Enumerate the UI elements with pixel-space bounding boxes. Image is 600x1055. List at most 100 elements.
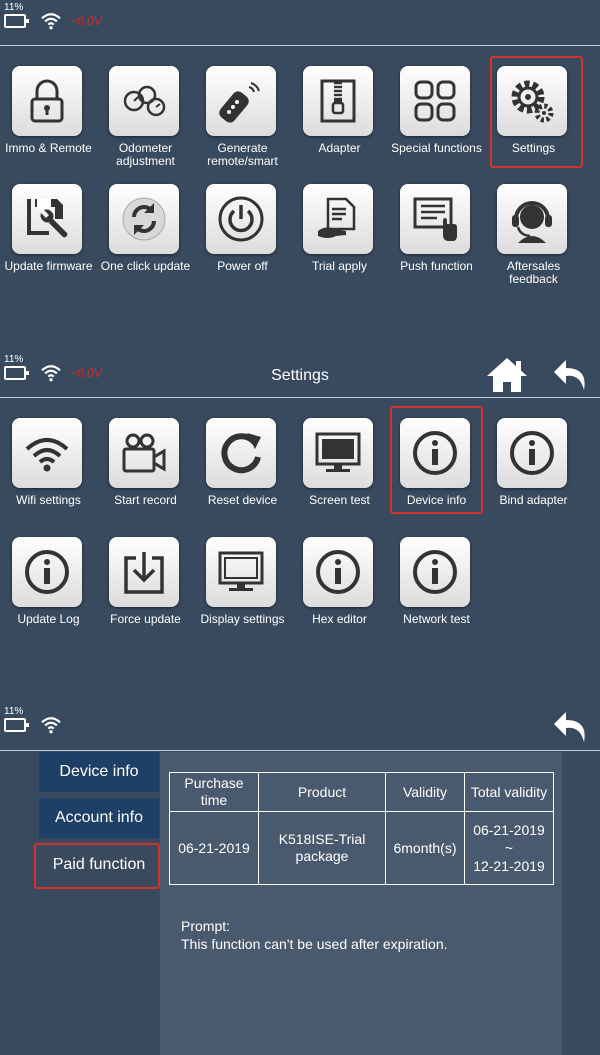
lock-icon: [30, 79, 64, 123]
tile-bind-adapter[interactable]: Bind adapter: [485, 418, 582, 530]
tile-hex-editor[interactable]: Hex editor: [291, 537, 388, 649]
highlight-box: [34, 843, 160, 889]
total-validity-separator: ~: [504, 840, 514, 856]
status-bar: 11% ~0.0V: [0, 0, 600, 44]
tile-label: One click update: [100, 259, 191, 273]
total-validity-end: 12-21-2019: [473, 858, 545, 874]
nav-device-info[interactable]: Device info: [39, 752, 159, 792]
odometer-icon: [123, 85, 166, 117]
tile-reset-device[interactable]: Reset device: [194, 418, 291, 530]
power-icon: [218, 196, 264, 242]
tile-label: Network test: [403, 612, 470, 626]
tile-start-record[interactable]: Start record: [97, 418, 194, 530]
tile-label: Aftersales feedback: [506, 259, 561, 286]
table-row: 06-21-2019 K518ISE-Trial package 6month(…: [169, 811, 554, 885]
save-wrench-icon: [27, 199, 68, 238]
tile-label: Adapter: [318, 141, 361, 155]
info-icon: [25, 550, 69, 594]
cell-total-validity: 06-21-2019 ~ 12-21-2019: [464, 811, 554, 885]
tile-label: Push function: [400, 259, 473, 273]
headset-icon: [512, 201, 552, 243]
tile-adapter[interactable]: Adapter: [291, 66, 388, 178]
divider: [0, 750, 600, 751]
reset-icon: [221, 433, 261, 474]
header-product: Product: [258, 772, 386, 812]
tile-screen-test[interactable]: Screen test: [291, 418, 388, 530]
battery-percent: 11%: [4, 706, 24, 717]
divider: [0, 397, 600, 398]
nav-account-info[interactable]: Account info: [39, 798, 159, 838]
back-arrow-icon[interactable]: [552, 356, 590, 394]
tile-aftersales-feedback[interactable]: Aftersales feedback: [485, 184, 582, 296]
info-icon: [510, 431, 554, 475]
download-icon: [124, 552, 164, 594]
header-purchase-time: Purchase time: [169, 772, 259, 812]
home-icon[interactable]: [485, 356, 529, 394]
adapter-icon: [320, 79, 356, 123]
paid-function-table: Purchase time Product Validity Total val…: [169, 772, 554, 885]
tile-wifi-settings[interactable]: Wifi settings: [0, 418, 97, 530]
cell-purchase-time: 06-21-2019: [169, 811, 259, 885]
wifi-status-icon: [41, 717, 61, 734]
table-header-row: Purchase time Product Validity Total val…: [169, 772, 554, 812]
refresh-icon: [122, 197, 166, 241]
voltage-readout: ~0.0V: [70, 14, 102, 28]
tile-one-click-update[interactable]: One click update: [97, 184, 194, 296]
cell-product: K518ISE-Trial package: [258, 811, 386, 885]
monitor-icon: [218, 551, 264, 591]
tile-force-update[interactable]: Force update: [97, 537, 194, 649]
tile-label: Odometer adjustment: [116, 141, 175, 168]
battery-icon: [4, 718, 29, 732]
tile-label: Screen test: [309, 493, 370, 507]
tile-label: Power off: [217, 259, 268, 273]
divider: [0, 45, 600, 46]
highlight-box: [390, 406, 483, 514]
tile-immo-remote[interactable]: Immo & Remote: [0, 66, 97, 178]
prompt-text: This function can't be used after expira…: [181, 936, 448, 952]
tile-label: Reset device: [207, 493, 278, 507]
back-arrow-icon[interactable]: [552, 708, 590, 746]
cell-validity: 6month(s): [385, 811, 465, 885]
wifi-status-icon: [41, 13, 61, 30]
tile-label: Bind adapter: [499, 493, 568, 507]
info-icon: [413, 550, 457, 594]
tile-generate-remote[interactable]: Generate remote/smart: [194, 66, 291, 178]
tile-label: Force update: [110, 612, 181, 626]
info-icon: [316, 550, 360, 594]
prompt-block: Prompt: This function can't be used afte…: [181, 917, 448, 953]
tile-label: Immo & Remote: [5, 141, 92, 155]
remote-key-icon: [219, 82, 260, 123]
camera-icon: [122, 433, 166, 473]
total-validity-start: 06-21-2019: [473, 822, 545, 838]
tile-label: Start record: [114, 493, 177, 507]
tile-label: Update Log: [17, 612, 80, 626]
highlight-box: [490, 56, 583, 168]
tile-odometer-adjustment[interactable]: Odometer adjustment: [97, 66, 194, 178]
tile-update-firmware[interactable]: Update firmware: [0, 184, 97, 296]
tile-display-settings[interactable]: Display settings: [194, 537, 291, 649]
tile-power-off[interactable]: Power off: [194, 184, 291, 296]
tile-trial-apply[interactable]: Trial apply: [291, 184, 388, 296]
tile-network-test[interactable]: Network test: [388, 537, 485, 649]
push-icon: [413, 197, 457, 241]
status-bar: 11%: [0, 704, 600, 748]
header-total-validity: Total validity: [464, 772, 554, 812]
tile-update-log[interactable]: Update Log: [0, 537, 97, 649]
tile-label: Update firmware: [4, 259, 93, 273]
tile-special-functions[interactable]: Special functions: [388, 66, 485, 178]
battery-percent: 11%: [4, 354, 24, 365]
tile-label: Hex editor: [312, 612, 367, 626]
grid-icon: [414, 80, 456, 122]
tile-push-function[interactable]: Push function: [388, 184, 485, 296]
tile-label: Wifi settings: [16, 493, 81, 507]
tile-label: Trial apply: [312, 259, 367, 273]
tile-label: Display settings: [200, 612, 285, 626]
tile-label: Special functions: [391, 141, 482, 155]
document-hand-icon: [318, 197, 356, 238]
wifi-icon: [25, 438, 69, 472]
prompt-label: Prompt:: [181, 918, 231, 934]
battery-icon: [4, 14, 29, 28]
battery-percent: 11%: [4, 2, 24, 13]
monitor-icon: [315, 432, 361, 472]
header-validity: Validity: [385, 772, 465, 812]
